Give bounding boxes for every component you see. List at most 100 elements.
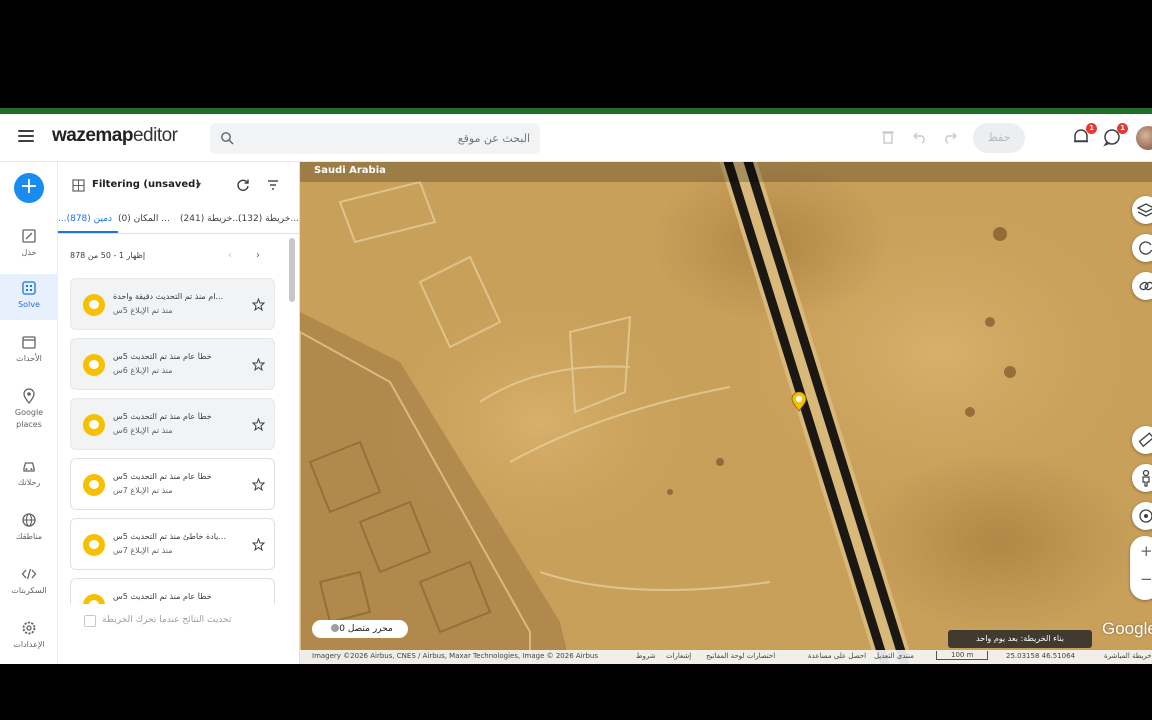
help-link[interactable]: احصل على مساعدة <box>808 652 866 660</box>
update-on-move-toggle[interactable]: تحديث النتائج عندما تحرك الخريطة <box>58 610 300 634</box>
star-icon[interactable] <box>252 538 265 551</box>
pegman-icon <box>1142 469 1150 487</box>
active-tab-indicator <box>58 231 118 233</box>
star-icon[interactable] <box>252 298 265 311</box>
item-title: خطأ عام منذ تم التحديث 5س <box>113 352 212 361</box>
list-item[interactable]: ...يادة خاطئ منذ تم التحديث 5س منذ تم ال… <box>70 518 275 570</box>
rail-item-draw[interactable]: خذل <box>0 224 58 268</box>
item-title: ...يادة خاطئ منذ تم التحديث 5س <box>113 532 227 541</box>
chat-badge: 1 <box>1117 123 1128 134</box>
draw-icon <box>22 229 36 243</box>
list-item[interactable]: خطأ عام منذ تم التحديث 5س <box>70 578 275 604</box>
imagery-credit: Imagery ©2026 Airbus, CNES / Airbus, Max… <box>312 652 599 660</box>
redo-icon[interactable] <box>941 128 959 146</box>
satellite-imagery <box>300 162 1152 664</box>
pagination-text: إظهار 1 - 50 من 878 <box>70 251 146 260</box>
trash-icon[interactable] <box>879 128 897 146</box>
online-editors-pill[interactable]: محرر متصل 0 <box>312 620 408 638</box>
search-input[interactable] <box>240 123 530 154</box>
locate-me-button[interactable] <box>1132 502 1152 530</box>
list-item[interactable]: خطأ عام منذ تم التحديث 5س منذ تم الإبلاغ… <box>70 338 275 390</box>
keyboard-shortcuts-link[interactable]: اختصارات لوحة المفاتيح <box>706 652 775 660</box>
avatar[interactable] <box>1136 126 1152 150</box>
layers-icon <box>1136 203 1152 217</box>
chevron-right-icon[interactable]: › <box>256 250 260 261</box>
notifications-button[interactable]: 1 <box>1070 123 1097 148</box>
online-editors-label: محرر متصل 0 <box>339 624 393 634</box>
layers-button[interactable] <box>1132 196 1152 224</box>
tab-map-1[interactable]: خريطة (241)... <box>180 214 241 224</box>
live-map-link[interactable]: خريطة المباشرة <box>1104 652 1152 660</box>
notices-link[interactable]: إشعارات <box>666 652 691 660</box>
screen-frame: wazemapeditor حفظ 1 1 + خذ <box>0 0 1152 720</box>
rail-item-label: الأحداث <box>16 354 42 363</box>
scale-bar: 100 m <box>936 651 989 660</box>
search-box[interactable] <box>210 123 540 154</box>
list-item[interactable]: خطأ عام منذ تم التحديث 5س منذ تم الإبلاغ… <box>70 398 275 450</box>
satellite-map[interactable]: Saudi Arabia + − محرر متصل 0 بناء الخريط… <box>300 162 1152 664</box>
add-button[interactable]: + <box>14 173 44 203</box>
terms-link[interactable]: شروط <box>636 652 656 660</box>
map-build-status: بناء الخريطة: بعد يوم واحد <box>948 630 1092 648</box>
filter-icon[interactable] <box>266 178 280 192</box>
refresh-icon <box>1139 241 1152 255</box>
map-issue-marker-icon[interactable] <box>791 392 807 412</box>
logo-light-text: editor <box>132 125 178 146</box>
waze-issue-icon <box>83 414 105 436</box>
permalink-button[interactable] <box>1132 272 1152 300</box>
rail-item-events[interactable]: الأحداث <box>0 334 58 378</box>
forum-link[interactable]: منتدى التعديل <box>874 652 914 660</box>
rail-item-solve[interactable]: Solve <box>0 274 58 320</box>
item-title: خطأ عام منذ تم التحديث 5س <box>113 412 212 421</box>
save-button[interactable]: حفظ <box>973 123 1025 153</box>
list-item[interactable]: خطأ عام منذ تم التحديث 5س منذ تم الإبلاغ… <box>70 458 275 510</box>
chevron-down-icon[interactable]: ▾ <box>196 180 201 191</box>
grid-icon <box>72 179 85 192</box>
tab-places[interactable]: المكان (0) ... <box>118 214 170 224</box>
waze-map-editor-app: wazemapeditor حفظ 1 1 + خذ <box>0 114 1152 664</box>
star-icon[interactable] <box>252 418 265 431</box>
item-title: خطأ عام منذ تم التحديث 5س <box>113 472 212 481</box>
star-icon[interactable] <box>252 478 265 491</box>
issues-panel: Filtering (unsaved) ▾ ...دمين (878) المك… <box>58 162 300 664</box>
zoom-in-button[interactable]: + <box>1140 542 1152 560</box>
locate-icon <box>1139 509 1152 523</box>
map-refresh-button[interactable] <box>1132 234 1152 262</box>
rail-item-areas[interactable]: مناطقك <box>0 512 58 556</box>
street-view-button[interactable] <box>1132 464 1152 492</box>
item-subtitle: منذ تم الإبلاغ 6س <box>113 366 173 375</box>
filter-dropdown[interactable]: Filtering (unsaved) <box>92 179 200 190</box>
rail-item-label: مناطقك <box>15 532 43 541</box>
rail-item-settings[interactable]: الإعدادات <box>0 620 58 664</box>
chat-button[interactable]: 1 <box>1101 123 1128 148</box>
rail-item-label: Google places <box>14 408 44 429</box>
rail-item-drives[interactable]: رحلاتك <box>0 458 58 502</box>
menu-icon[interactable] <box>18 130 34 144</box>
item-subtitle: منذ تم الإبلاغ 6س <box>113 426 173 435</box>
zoom-controls: + − <box>1130 536 1152 600</box>
refresh-icon[interactable] <box>236 178 250 192</box>
item-subtitle: منذ تم الإبلاغ 7س <box>113 546 173 555</box>
map-attribution-bar: Imagery ©2026 Airbus, CNES / Airbus, Max… <box>300 650 1152 664</box>
panel-scrollbar[interactable] <box>289 238 295 302</box>
rail-item-label: السكربتات <box>11 586 47 595</box>
star-icon[interactable] <box>252 358 265 371</box>
chevron-left-icon[interactable]: ‹ <box>228 250 232 261</box>
list-item[interactable]: ...ام منذ تم التحديث دقيقة واحدة منذ تم … <box>70 278 275 330</box>
update-on-move-checkbox[interactable] <box>84 615 96 627</box>
measure-button[interactable] <box>1132 426 1152 454</box>
rail-item-label: خذل <box>21 248 37 257</box>
filter-row: Filtering (unsaved) ▾ <box>58 162 300 208</box>
app-logo: wazemapeditor <box>52 125 178 147</box>
rail-item-google-places[interactable]: Google places <box>0 388 58 444</box>
undo-icon[interactable] <box>911 128 929 146</box>
car-icon <box>23 462 35 472</box>
zoom-out-button[interactable]: − <box>1140 570 1152 588</box>
map-country-label: Saudi Arabia <box>314 165 386 176</box>
waze-issue-icon <box>83 534 105 556</box>
rail-item-scripts[interactable]: السكربتات <box>0 566 58 610</box>
gear-icon <box>22 621 36 635</box>
code-icon <box>21 568 37 580</box>
tab-map-2[interactable]: خريطة (132)... <box>238 214 299 224</box>
tab-all[interactable]: ...دمين (878) <box>58 214 112 224</box>
